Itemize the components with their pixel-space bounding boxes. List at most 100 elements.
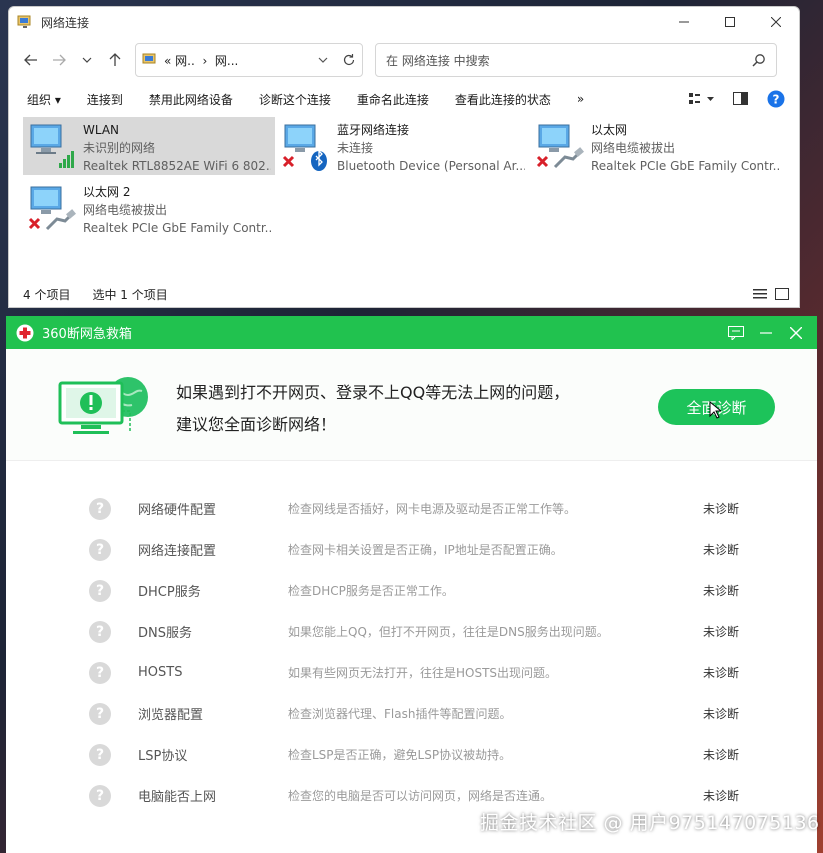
window-title: 网络连接 bbox=[41, 15, 90, 30]
navigation-bar: « 网.. › 网... 在 网络连接 中搜索 bbox=[9, 37, 799, 83]
breadcrumb-item[interactable]: 网... bbox=[215, 54, 238, 68]
chat-icon bbox=[728, 325, 744, 340]
feedback-button[interactable] bbox=[721, 316, 751, 349]
search-input[interactable]: 在 网络连接 中搜索 bbox=[386, 52, 752, 69]
connection-device: Realtek RTL8852AE WiFi 6 802.... bbox=[83, 159, 271, 173]
organize-menu[interactable]: 组织 ▾ bbox=[21, 91, 67, 108]
connect-to-button[interactable]: 连接到 bbox=[81, 91, 129, 108]
minimize-button[interactable] bbox=[751, 316, 781, 349]
forward-arrow-icon bbox=[53, 54, 66, 66]
view-status-button[interactable]: 查看此连接的状态 bbox=[449, 91, 557, 108]
diagnosis-item-name: LSP协议 bbox=[138, 749, 188, 764]
recent-locations-button[interactable] bbox=[73, 46, 101, 74]
diagnosis-item-status: 未诊断 bbox=[703, 666, 740, 680]
diagnosis-item-name: HOSTS bbox=[138, 665, 183, 680]
connection-device: Realtek PCIe GbE Family Contr... bbox=[591, 159, 779, 173]
diagnose-connection-button[interactable]: 诊断这个连接 bbox=[253, 91, 337, 108]
refresh-icon[interactable] bbox=[342, 53, 356, 67]
connection-status: 网络电缆被拔出 bbox=[591, 141, 676, 155]
network-rescue-window: 360断网急救箱 如果遇到打不开网页、登录不上QQ等无法上网的问题， 建议您全面… bbox=[6, 316, 817, 853]
connections-list: WLAN 未识别的网络 Realtek RTL8852AE WiFi 6 802… bbox=[9, 115, 799, 265]
connection-item-wlan[interactable]: WLAN 未识别的网络 Realtek RTL8852AE WiFi 6 802… bbox=[23, 117, 275, 175]
connection-status: 未连接 bbox=[337, 141, 374, 155]
bluetooth-adapter-icon bbox=[281, 121, 333, 171]
address-bar[interactable]: « 网.. › 网... bbox=[135, 43, 363, 77]
red-cross-logo-icon bbox=[16, 324, 34, 342]
diagnosis-row: ? 浏览器配置 检查浏览器代理、Flash插件等配置问题。 未诊断 bbox=[6, 693, 817, 734]
maximize-button[interactable] bbox=[707, 7, 753, 37]
diagnosis-row: ? DNS服务 如果您能上QQ，但打不开网页，往往是DNS服务出现问题。 未诊断 bbox=[6, 611, 817, 652]
details-view-icon[interactable] bbox=[753, 288, 767, 300]
connection-status: 网络电缆被拔出 bbox=[83, 203, 168, 217]
network-folder-icon bbox=[142, 53, 156, 64]
preview-pane-icon[interactable] bbox=[733, 92, 749, 106]
minimize-button[interactable] bbox=[661, 7, 707, 37]
connection-name: 以太网 bbox=[591, 123, 628, 137]
disable-device-button[interactable]: 禁用此网络设备 bbox=[143, 91, 239, 108]
unknown-status-icon: ? bbox=[89, 538, 111, 561]
rescue-message-line1: 如果遇到打不开网页、登录不上QQ等无法上网的问题， bbox=[176, 383, 570, 402]
chevron-down-icon[interactable] bbox=[318, 57, 328, 63]
diagnosis-item-desc: 检查网卡相关设置是否正确，IP地址是否配置正确。 bbox=[288, 543, 563, 557]
view-options-icon[interactable] bbox=[689, 92, 715, 106]
diagnosis-item-desc: 检查DHCP服务是否正常工作。 bbox=[288, 584, 454, 598]
diagnosis-item-name: 网络硬件配置 bbox=[138, 503, 217, 518]
more-commands-button[interactable]: » bbox=[571, 92, 590, 106]
wifi-adapter-icon bbox=[27, 121, 79, 171]
connection-device: Realtek PCIe GbE Family Contr... bbox=[83, 221, 271, 235]
diagnosis-item-desc: 检查网线是否插好，网卡电源及驱动是否正常工作等。 bbox=[288, 502, 577, 516]
diagnosis-item-desc: 检查浏览器代理、Flash插件等配置问题。 bbox=[288, 707, 512, 721]
diagnosis-item-name: 浏览器配置 bbox=[138, 708, 204, 723]
diagnosis-item-status: 未诊断 bbox=[703, 625, 740, 639]
rename-connection-button[interactable]: 重命名此连接 bbox=[351, 91, 435, 108]
search-icon[interactable] bbox=[752, 53, 766, 67]
diagnosis-item-status: 未诊断 bbox=[703, 789, 740, 803]
selected-count: 选中 1 个项目 bbox=[92, 287, 168, 302]
unknown-status-icon: ? bbox=[89, 743, 111, 766]
connection-name: 蓝牙网络连接 bbox=[337, 123, 410, 137]
unknown-status-icon: ? bbox=[89, 620, 111, 643]
diagnosis-item-name: 电脑能否上网 bbox=[138, 790, 217, 805]
connection-item-ethernet-2[interactable]: 以太网 2 网络电缆被拔出 Realtek PCIe GbE Family Co… bbox=[23, 179, 275, 237]
minimize-icon bbox=[679, 21, 689, 23]
explorer-titlebar: 网络连接 bbox=[9, 7, 799, 37]
back-button[interactable] bbox=[17, 46, 45, 74]
up-button[interactable] bbox=[101, 46, 129, 74]
maximize-icon bbox=[725, 17, 735, 27]
diagnosis-item-desc: 检查您的电脑是否可以访问网页，网络是否连通。 bbox=[288, 789, 553, 803]
diagnosis-item-name: 网络连接配置 bbox=[138, 544, 217, 559]
help-icon[interactable]: ? bbox=[767, 90, 785, 108]
connection-item-bluetooth[interactable]: 蓝牙网络连接 未连接 Bluetooth Device (Personal Ar… bbox=[277, 117, 529, 175]
diagnosis-item-status: 未诊断 bbox=[703, 584, 740, 598]
rescue-title: 360断网急救箱 bbox=[42, 327, 132, 342]
breadcrumb: « 网.. › 网... bbox=[164, 52, 312, 69]
close-button[interactable] bbox=[753, 7, 799, 37]
close-button[interactable] bbox=[781, 316, 811, 349]
monitor-alert-icon bbox=[58, 377, 148, 434]
ethernet-adapter-icon bbox=[535, 121, 587, 171]
unknown-status-icon: ? bbox=[89, 579, 111, 602]
watermark: 掘金技术社区 @ 用户975147075136 bbox=[480, 812, 820, 834]
back-arrow-icon bbox=[24, 54, 37, 66]
connection-item-ethernet[interactable]: 以太网 网络电缆被拔出 Realtek PCIe GbE Family Cont… bbox=[531, 117, 783, 175]
diagnosis-item-status: 未诊断 bbox=[703, 748, 740, 762]
chevron-down-icon bbox=[82, 57, 92, 63]
search-box[interactable]: 在 网络连接 中搜索 bbox=[375, 43, 777, 77]
item-count: 4 个项目 bbox=[23, 287, 71, 302]
large-icons-view-icon[interactable] bbox=[775, 288, 789, 300]
unknown-status-icon: ? bbox=[89, 702, 111, 725]
connection-status: 未识别的网络 bbox=[83, 141, 156, 155]
diagnosis-item-desc: 检查LSP是否正确，避免LSP协议被劫持。 bbox=[288, 748, 512, 762]
breadcrumb-separator: › bbox=[202, 53, 208, 68]
network-connections-window: 网络连接 « 网.. › 网... 在 网络连接 中搜索 组织 ▾ 连接到 禁用… bbox=[8, 6, 800, 308]
forward-button[interactable] bbox=[45, 46, 73, 74]
diagnosis-item-status: 未诊断 bbox=[703, 502, 740, 516]
diagnosis-row: ? 网络连接配置 检查网卡相关设置是否正确，IP地址是否配置正确。 未诊断 bbox=[6, 529, 817, 570]
unknown-status-icon: ? bbox=[89, 497, 111, 520]
rescue-titlebar: 360断网急救箱 bbox=[6, 316, 817, 349]
mouse-cursor-icon bbox=[709, 401, 721, 419]
rescue-hero: 如果遇到打不开网页、登录不上QQ等无法上网的问题， 建议您全面诊断网络！ 全面诊… bbox=[6, 349, 817, 461]
breadcrumb-item[interactable]: « 网.. bbox=[164, 54, 195, 68]
diagnosis-item-desc: 如果您能上QQ，但打不开网页，往往是DNS服务出现问题。 bbox=[288, 625, 609, 639]
unknown-status-icon: ? bbox=[89, 661, 111, 684]
